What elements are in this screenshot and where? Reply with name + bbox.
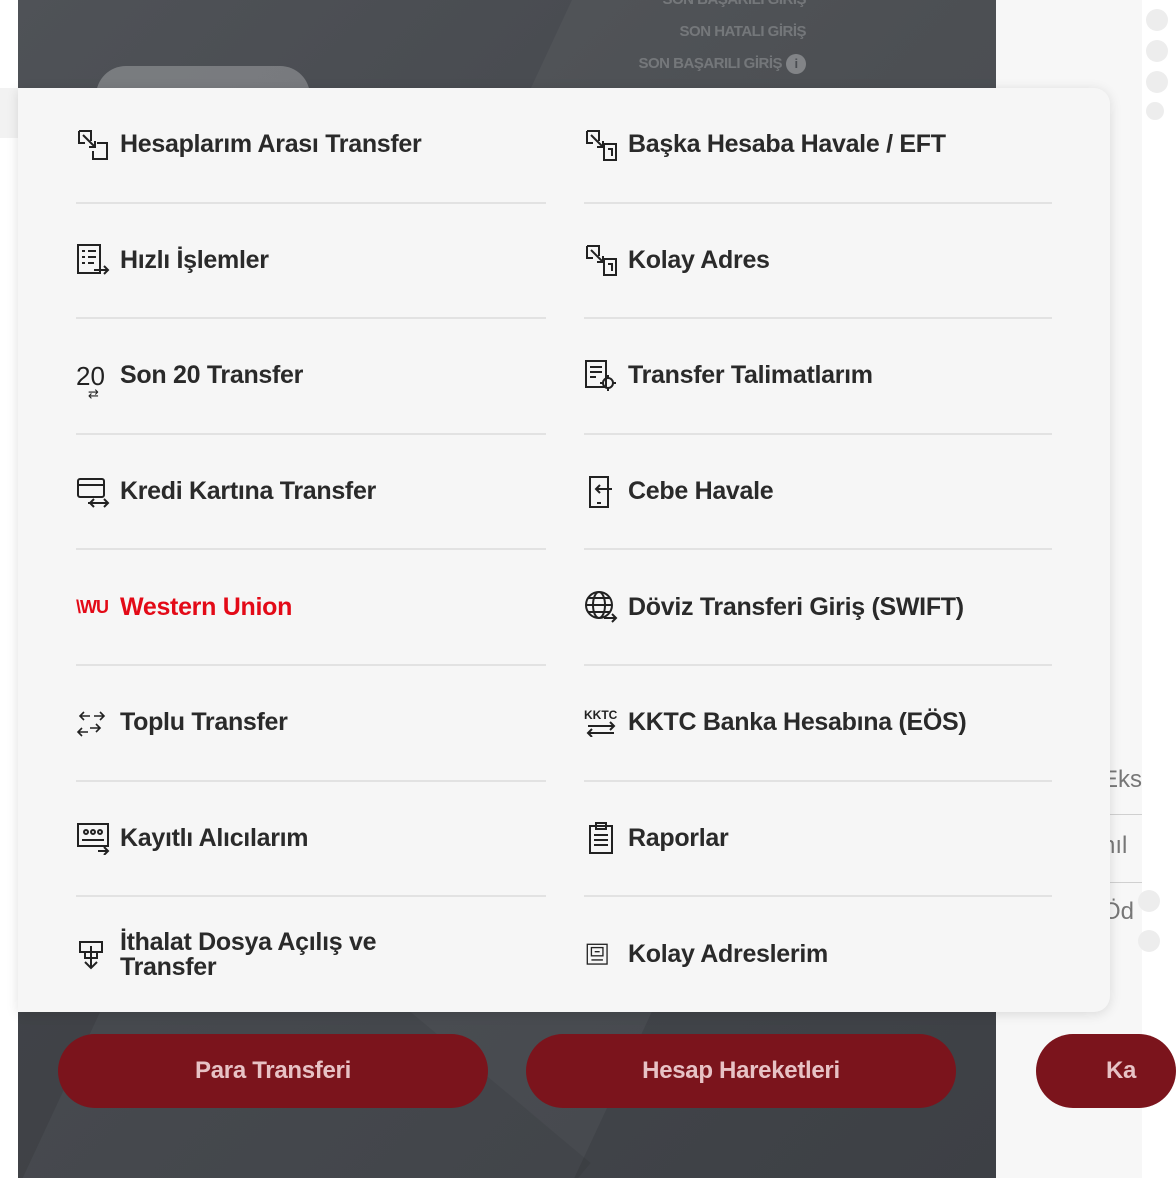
decorative-dots-lower (1136, 872, 1160, 952)
menu-item-label: Raporlar (628, 823, 729, 852)
menu-item-transfer-talimatlarim[interactable]: Transfer Talimatlarım (584, 319, 1052, 435)
transfer-instructions-icon (584, 356, 628, 396)
menu-item-label: Toplu Transfer (120, 708, 288, 737)
menu-item-label: Transfer Talimatlarım (628, 361, 873, 390)
bulk-transfer-icon (76, 703, 120, 743)
kktc-icon: KKTC (584, 703, 628, 743)
easy-address-icon (584, 240, 628, 280)
menu-item-toplu-transfer[interactable]: Toplu Transfer (76, 666, 546, 782)
login-info: SON BAŞARILI GİRİŞ SON HATALI GİRİŞ SON … (560, 0, 807, 80)
menu-item-kredi-kartina-transfer[interactable]: Kredi Kartına Transfer (76, 435, 546, 551)
menu-item-raporlar[interactable]: Raporlar (584, 782, 1052, 898)
globe-icon (584, 587, 628, 627)
menu-item-kktc-banka[interactable]: KKTC KKTC Banka Hesabına (EÖS) (584, 666, 1052, 782)
last-20-icon: 20 ⇄ (76, 360, 105, 401)
clipboard-icon (584, 818, 628, 858)
menu-item-kolay-adres[interactable]: Kolay Adres (584, 204, 1052, 320)
kktc-icon-text: KKTC (584, 707, 618, 722)
menu-item-son-20-transfer[interactable]: 20 ⇄ Son 20 Transfer (76, 319, 546, 435)
import-file-icon (76, 935, 120, 975)
menu-item-label: Son 20 Transfer (120, 361, 304, 390)
menu-item-label: Başka Hesaba Havale / EFT (628, 130, 946, 159)
menu-item-doviz-transferi-swift[interactable]: Döviz Transferi Giriş (SWIFT) (584, 550, 1052, 666)
menu-item-label: Hızlı İşlemler (120, 245, 269, 274)
third-action-button[interactable]: Ka (1036, 1034, 1176, 1108)
menu-item-label: Kolay Adreslerim (628, 940, 828, 969)
western-union-logo: \WU (76, 596, 109, 617)
menu-item-hizli-islemler[interactable]: Hızlı İşlemler (76, 204, 546, 320)
other-account-transfer-icon (584, 125, 628, 165)
mobile-transfer-icon (584, 472, 628, 512)
decorative-dots (1142, 0, 1176, 120)
last-failed-login-label: SON HATALI GİRİŞ (679, 23, 807, 40)
menu-item-kolay-adreslerim[interactable]: Kolay Adreslerim (584, 897, 1052, 1013)
menu-item-kayitli-alicilarim[interactable]: Kayıtlı Alıcılarım (76, 782, 546, 898)
transfer-menu: Hesaplarım Arası Transfer Hızlı İşlemler… (18, 88, 1110, 1012)
menu-item-label: Kredi Kartına Transfer (120, 477, 376, 506)
menu-item-label: Döviz Transferi Giriş (SWIFT) (628, 592, 964, 621)
menu-item-baska-hesaba-havale[interactable]: Başka Hesaba Havale / EFT (584, 88, 1052, 204)
menu-column-right: Başka Hesaba Havale / EFT Kolay Adres Tr… (584, 88, 1052, 1013)
menu-item-hesaplarim-arasi-transfer[interactable]: Hesaplarım Arası Transfer (76, 88, 546, 204)
credit-card-transfer-icon (76, 472, 120, 512)
easy-addresses-list-icon (584, 935, 628, 975)
menu-item-label: Hesaplarım Arası Transfer (120, 130, 422, 159)
para-transferi-button[interactable]: Para Transferi (58, 1034, 488, 1108)
menu-item-label: İthalat Dosya Açılış ve Transfer (120, 927, 377, 981)
menu-item-label: Cebe Havale (628, 477, 774, 506)
quick-actions-icon (76, 240, 120, 280)
info-icon[interactable]: i (786, 54, 806, 74)
menu-item-ithalat-dosya[interactable]: İthalat Dosya Açılış ve Transfer (76, 897, 546, 1013)
menu-column-left: Hesaplarım Arası Transfer Hızlı İşlemler… (76, 88, 546, 1013)
western-union-logo-text: WU (80, 596, 109, 617)
menu-item-label: Kayıtlı Alıcılarım (120, 823, 309, 852)
last-success-login-label-2: SON BAŞARILI GİRİŞ (638, 55, 782, 72)
menu-item-label: KKTC Banka Hesabına (EÖS) (628, 708, 967, 737)
menu-item-label: Kolay Adres (628, 245, 770, 274)
menu-item-label: Western Union (120, 592, 293, 621)
last-success-login-label: SON BAŞARILI GİRİŞ (662, 0, 806, 16)
hesap-hareketleri-button[interactable]: Hesap Hareketleri (526, 1034, 956, 1108)
transfer-accounts-icon (76, 125, 120, 165)
menu-item-western-union[interactable]: \WU Western Union (76, 550, 546, 666)
menu-item-cebe-havale[interactable]: Cebe Havale (584, 435, 1052, 551)
saved-recipients-icon (76, 818, 120, 858)
